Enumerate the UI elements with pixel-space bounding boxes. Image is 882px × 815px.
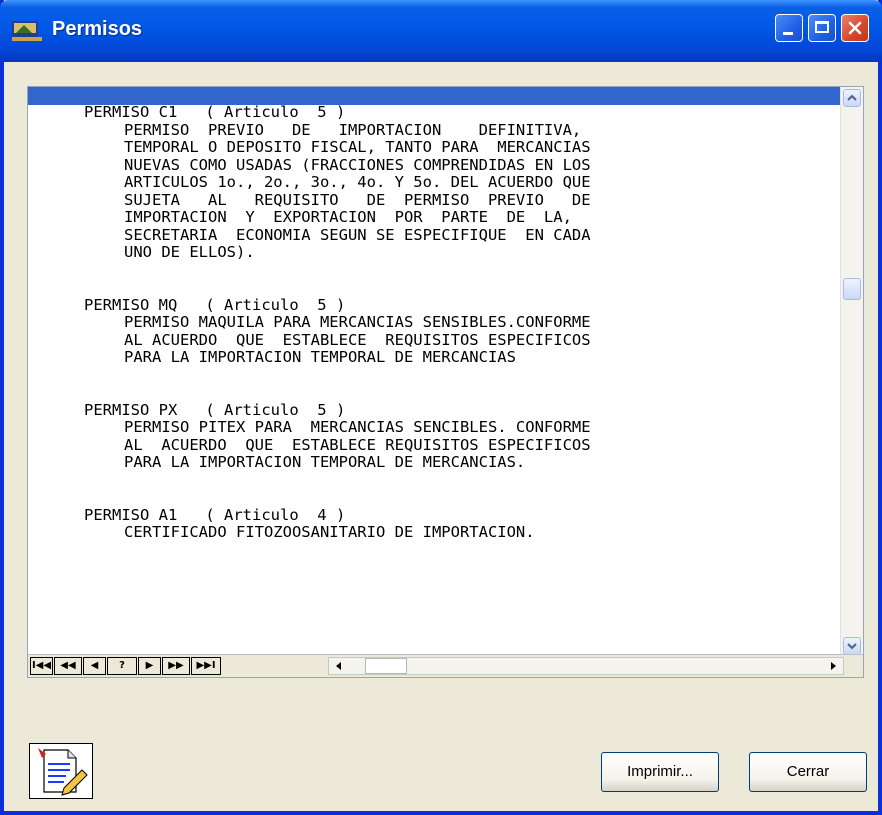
report-text: PERMISO C1 ( Articulo 5 ) PERMISO PREVIO … (84, 103, 824, 542)
previous-page-button[interactable]: ◀ (83, 657, 106, 675)
chevron-up-icon (847, 94, 857, 101)
print-button[interactable]: Imprimir... (601, 752, 719, 792)
permit-description-line: PERMISO PITEX PARA MERCANCIAS SENCIBLES.… (124, 418, 591, 436)
maximize-icon (815, 21, 829, 33)
maximize-button[interactable] (808, 14, 836, 42)
permit-article: ( Articulo 5 ) (205, 295, 346, 314)
permit-heading: PERMISO A1 ( Articulo 4 ) (84, 505, 824, 525)
horizontal-scrollbar[interactable] (328, 657, 844, 675)
report-navigation-bar: I◀◀ ◀◀ ◀ ? ▶ ▶▶ ▶▶I (28, 654, 863, 677)
permit-description-line: CERTIFICADO FITOZOOSANITARIO DE IMPORTAC… (124, 523, 535, 541)
previous-pages-button[interactable]: ◀◀ (54, 657, 82, 675)
permit-code: PERMISO MQ (84, 295, 178, 314)
permit-description-line: PERMISO PREVIO DE IMPORTACION DEFINITIVA… (124, 120, 582, 139)
permit-article: ( Articulo 4 ) (205, 505, 346, 524)
report-viewer[interactable]: PERMISO C1 ( Articulo 5 ) PERMISO PREVIO … (27, 86, 864, 678)
chevron-left-icon[interactable] (333, 660, 345, 672)
scroll-down-button[interactable] (843, 637, 861, 655)
vertical-scrollbar[interactable] (840, 87, 863, 657)
permit-description-line: PARA LA IMPORTACION TEMPORAL DE MERCANCI… (124, 453, 526, 471)
next-pages-button[interactable]: ▶▶ (162, 657, 190, 675)
permit-description-line: SECRETARIA ECONOMIA SEGUN SE ESPECIFIQUE… (124, 225, 591, 244)
permit-description-line: IMPORTACION Y EXPORTACION POR PARTE DE L… (124, 208, 572, 226)
permit-description-line: UNO DE ELLOS). (124, 243, 255, 261)
first-page-button[interactable]: I◀◀ (30, 657, 53, 675)
page-number-button[interactable]: ? (107, 657, 137, 675)
permit-code: PERMISO A1 (84, 505, 178, 524)
permit-entry: PERMISO PX ( Articulo 5 ) PERMISO PITEX P… (84, 400, 824, 472)
close-button[interactable]: Cerrar (749, 752, 867, 792)
permit-entry: PERMISO MQ ( Articulo 5 ) PERMISO MAQUILA… (84, 295, 824, 367)
permit-code: PERMISO PX (84, 400, 178, 419)
edit-document-icon[interactable] (29, 743, 93, 799)
app-icon (12, 21, 42, 41)
permisos-window: Permisos PERMISO C1 ( Articulo 5 ) PERMIS… (0, 0, 882, 815)
permit-article: ( Articulo 5 ) (205, 400, 346, 419)
scroll-thumb[interactable] (843, 278, 861, 300)
minimize-button[interactable] (775, 14, 803, 42)
permit-description-line: PARA LA IMPORTACION TEMPORAL DE MERCANCI… (124, 348, 516, 366)
permit-article: ( Articulo 5 ) (205, 103, 346, 121)
last-page-button[interactable]: ▶▶I (191, 657, 221, 675)
permit-description-line: SUJETA AL REQUISITO DE PERMISO PREVIO DE (124, 190, 591, 209)
permit-description-line: AL ACUERDO QUE ESTABLECE REQUISITOS ESPE… (124, 435, 591, 454)
permit-heading: PERMISO MQ ( Articulo 5 ) (84, 295, 824, 315)
next-page-button[interactable]: ▶ (138, 657, 161, 675)
permit-description-line: ARTICULOS 1o., 2o., 3o., 4o. Y 5o. DEL A… (124, 173, 591, 191)
close-icon (848, 21, 862, 35)
permit-description-line: TEMPORAL O DEPOSITO FISCAL, TANTO PARA M… (124, 138, 591, 156)
permit-entry: PERMISO C1 ( Articulo 5 ) PERMISO PREVIO … (84, 103, 824, 262)
permit-description-line: NUEVAS COMO USADAS (FRACCIONES COMPRENDI… (124, 155, 591, 174)
window-title: Permisos (52, 18, 143, 40)
close-window-button[interactable] (841, 14, 869, 42)
horizontal-scroll-thumb[interactable] (365, 658, 407, 674)
permit-heading: PERMISO C1 ( Articulo 5 ) (84, 103, 824, 122)
chevron-right-icon[interactable] (827, 660, 839, 672)
permit-heading: PERMISO PX ( Articulo 5 ) (84, 400, 824, 420)
title-bar[interactable]: Permisos (0, 0, 882, 62)
minimize-icon (783, 32, 793, 35)
chevron-down-icon (847, 643, 857, 650)
permit-description-line: PERMISO MAQUILA PARA MERCANCIAS SENSIBLE… (124, 313, 591, 331)
scroll-up-button[interactable] (843, 89, 861, 107)
permit-description-line: AL ACUERDO QUE ESTABLECE REQUISITOS ESPE… (124, 330, 591, 349)
permit-code: PERMISO C1 (84, 103, 178, 121)
permit-entry: PERMISO A1 ( Articulo 4 ) CERTIFICADO FIT… (84, 505, 824, 542)
